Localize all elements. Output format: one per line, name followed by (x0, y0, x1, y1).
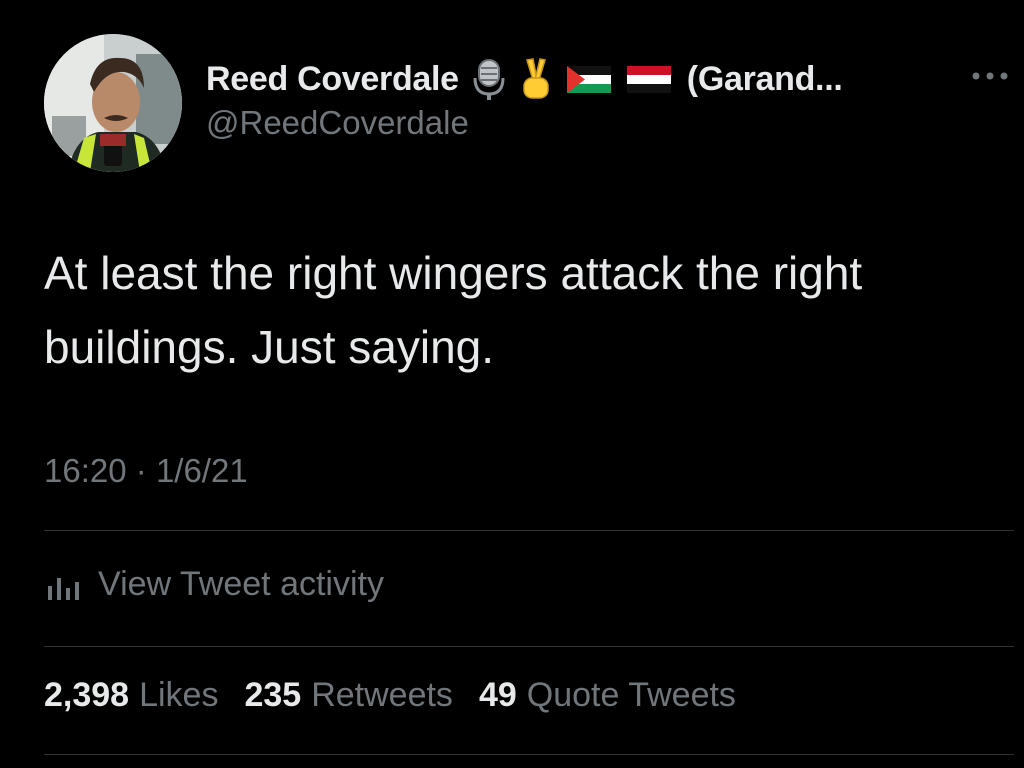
palestine-flag-icon (565, 56, 613, 102)
microphone-icon (471, 56, 507, 102)
victory-hand-icon (519, 56, 553, 102)
more-options-icon[interactable] (968, 66, 1012, 86)
likes-label: Likes (139, 676, 219, 714)
likes-count: 2,398 (44, 676, 130, 714)
tweet-date[interactable]: 1/6/21 (156, 452, 248, 489)
meta-separator: · (135, 452, 147, 489)
divider (44, 754, 1014, 755)
tweet-detail: Reed Coverdale (Garand... @ReedCoverdale… (0, 0, 1024, 768)
handle[interactable]: @ReedCoverdale (206, 104, 966, 142)
retweets-count: 235 (244, 676, 302, 714)
name-row[interactable]: Reed Coverdale (Garand... (206, 56, 966, 102)
quote-tweets-stat[interactable]: 49 Quote Tweets (479, 676, 736, 715)
retweets-stat[interactable]: 235 Retweets (244, 676, 452, 715)
divider (44, 646, 1014, 647)
quote-tweets-label: Quote Tweets (526, 676, 736, 714)
avatar[interactable] (44, 34, 182, 172)
engagement-stats: 2,398 Likes 235 Retweets 49 Quote Tweets (44, 676, 762, 715)
tweet-meta: 16:20 · 1/6/21 (44, 452, 248, 490)
likes-stat[interactable]: 2,398 Likes (44, 676, 218, 715)
divider (44, 530, 1014, 531)
analytics-icon (48, 578, 79, 600)
yemen-flag-icon (625, 56, 673, 102)
display-name[interactable]: Reed Coverdale (206, 60, 459, 99)
retweets-label: Retweets (311, 676, 453, 714)
tweet-text: At least the right wingers attack the ri… (44, 247, 863, 373)
tweet-time[interactable]: 16:20 (44, 452, 127, 489)
quote-tweets-count: 49 (478, 676, 517, 714)
display-name-suffix[interactable]: (Garand... (687, 60, 843, 99)
view-activity-label: View Tweet activity (98, 564, 384, 603)
view-activity-button[interactable]: View Tweet activity (44, 560, 384, 608)
author-block: Reed Coverdale (Garand... @ReedCoverdale (206, 56, 966, 142)
